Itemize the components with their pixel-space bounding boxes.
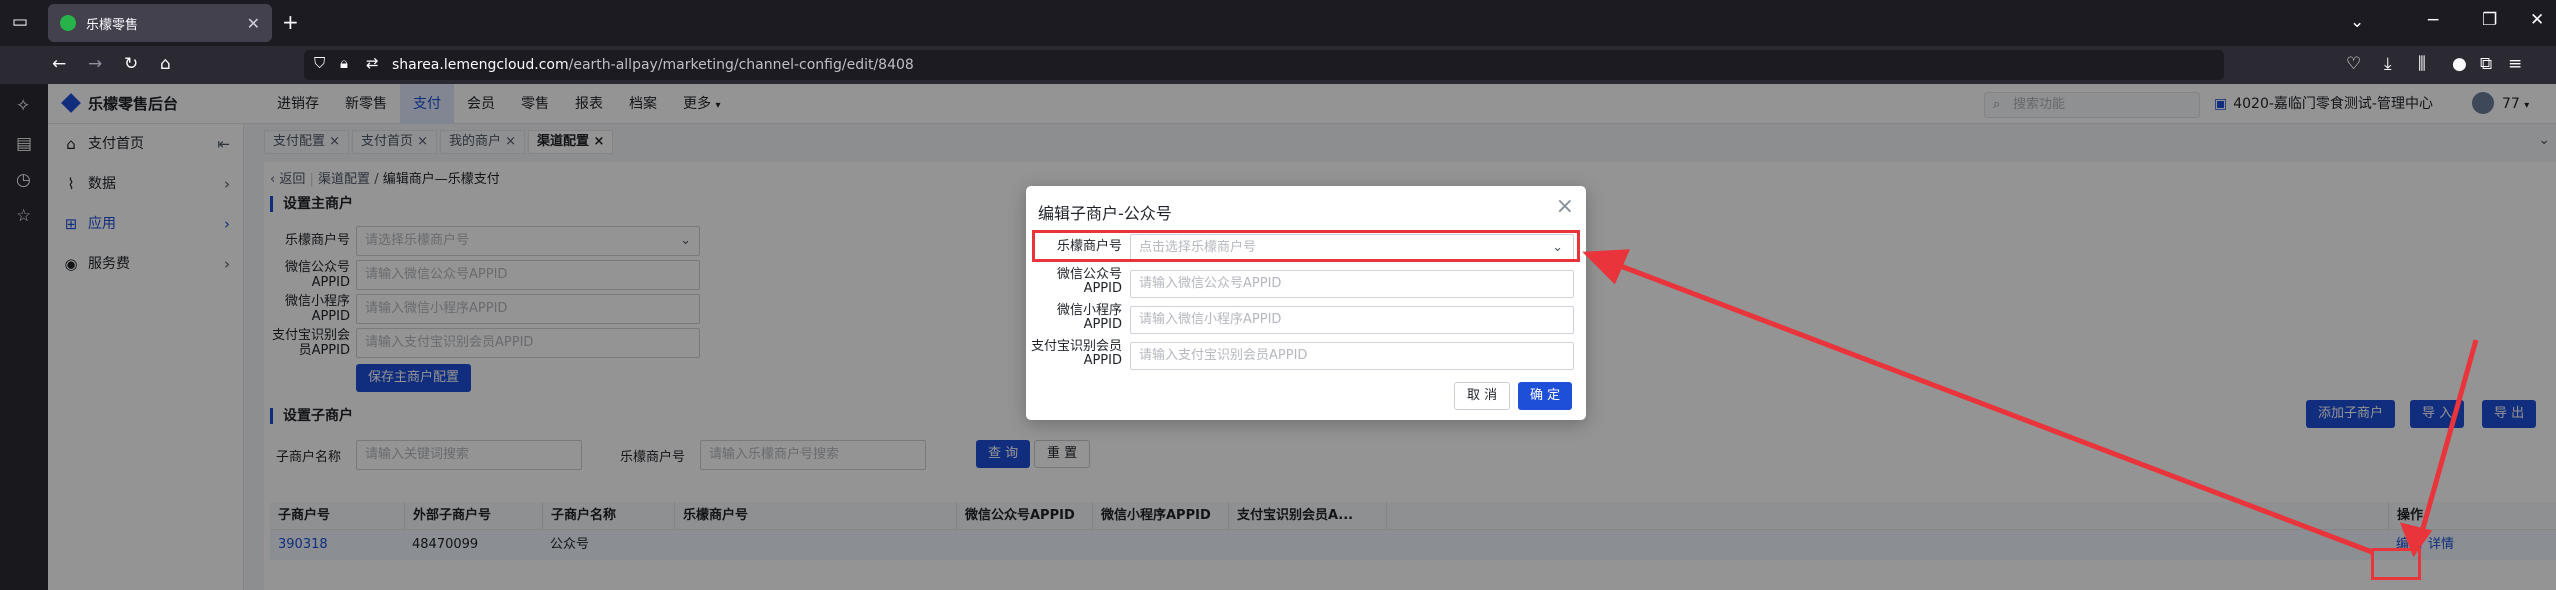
annotation-highlight-box xyxy=(1032,230,1580,262)
url-host: sharea.lemengcloud.com xyxy=(392,57,569,73)
modal-wx-appid-label: 微信公众号APPID xyxy=(1056,267,1122,296)
library-icon[interactable]: ⫼ xyxy=(2418,56,2426,73)
shield-icon[interactable]: ⛉ xyxy=(314,56,325,71)
tab-list-icon[interactable]: ▭ xyxy=(12,14,28,31)
modal-mini-appid-input[interactable]: 请输入微信小程序APPID xyxy=(1130,306,1574,334)
modal-cancel-button[interactable]: 取 消 xyxy=(1454,382,1511,410)
window-close-icon[interactable]: ✕ xyxy=(2530,12,2544,29)
browser-tab[interactable]: 乐檬零售 ✕ xyxy=(48,4,272,42)
account-icon[interactable]: ● xyxy=(2452,56,2467,73)
lock-icon[interactable]: 🔒︎ xyxy=(340,56,348,71)
list-all-tabs-icon[interactable]: ⌄ xyxy=(2350,14,2364,31)
back-icon[interactable]: ← xyxy=(52,56,66,73)
pocket-icon[interactable]: ♡ xyxy=(2346,56,2361,73)
browser-tab-bar: ▭ 乐檬零售 ✕ + ⌄ − ❐ ✕ xyxy=(0,0,2556,46)
app-menu-icon[interactable]: ≡ xyxy=(2508,56,2522,73)
modal-title: 编辑子商户-公众号 xyxy=(1038,204,1172,223)
reload-icon[interactable]: ↻ xyxy=(124,56,138,73)
modal-mini-appid-label: 微信小程序APPID xyxy=(1056,303,1122,332)
edit-sub-merchant-modal: 编辑子商户-公众号 × 乐檬商户号 点击选择乐檬商户号 ⌄ 微信公众号APPID … xyxy=(1026,186,1586,420)
close-icon[interactable]: × xyxy=(1556,194,1574,219)
modal-wx-appid-input[interactable]: 请输入微信公众号APPID xyxy=(1130,270,1574,298)
restore-icon[interactable]: ❐ xyxy=(2482,12,2497,29)
modal-alipay-appid-label: 支付宝识别会员APPID xyxy=(1030,339,1122,368)
url-path: /earth-allpay/marketing/channel-config/e… xyxy=(568,57,914,73)
modal-alipay-appid-input[interactable]: 请输入支付宝识别会员APPID xyxy=(1130,342,1574,370)
permissions-icon[interactable]: ⇄ xyxy=(366,56,379,71)
annotation-edit-highlight xyxy=(2371,548,2421,580)
new-tab-icon[interactable]: + xyxy=(282,12,299,32)
url-bar[interactable]: ⛉ 🔒︎ ⇄ sharea.lemengcloud.com/earth-allp… xyxy=(304,50,2224,80)
home-icon[interactable]: ⌂ xyxy=(160,56,171,73)
forward-icon[interactable]: → xyxy=(88,56,102,73)
extensions-icon[interactable]: ⧉ xyxy=(2480,56,2492,73)
favicon-icon xyxy=(60,15,76,31)
minimize-icon[interactable]: − xyxy=(2426,12,2440,29)
browser-tab-title: 乐檬零售 xyxy=(86,17,139,33)
close-tab-icon[interactable]: ✕ xyxy=(247,14,260,33)
modal-ok-button[interactable]: 确 定 xyxy=(1518,382,1573,410)
downloads-icon[interactable]: ⤓ xyxy=(2384,56,2392,73)
